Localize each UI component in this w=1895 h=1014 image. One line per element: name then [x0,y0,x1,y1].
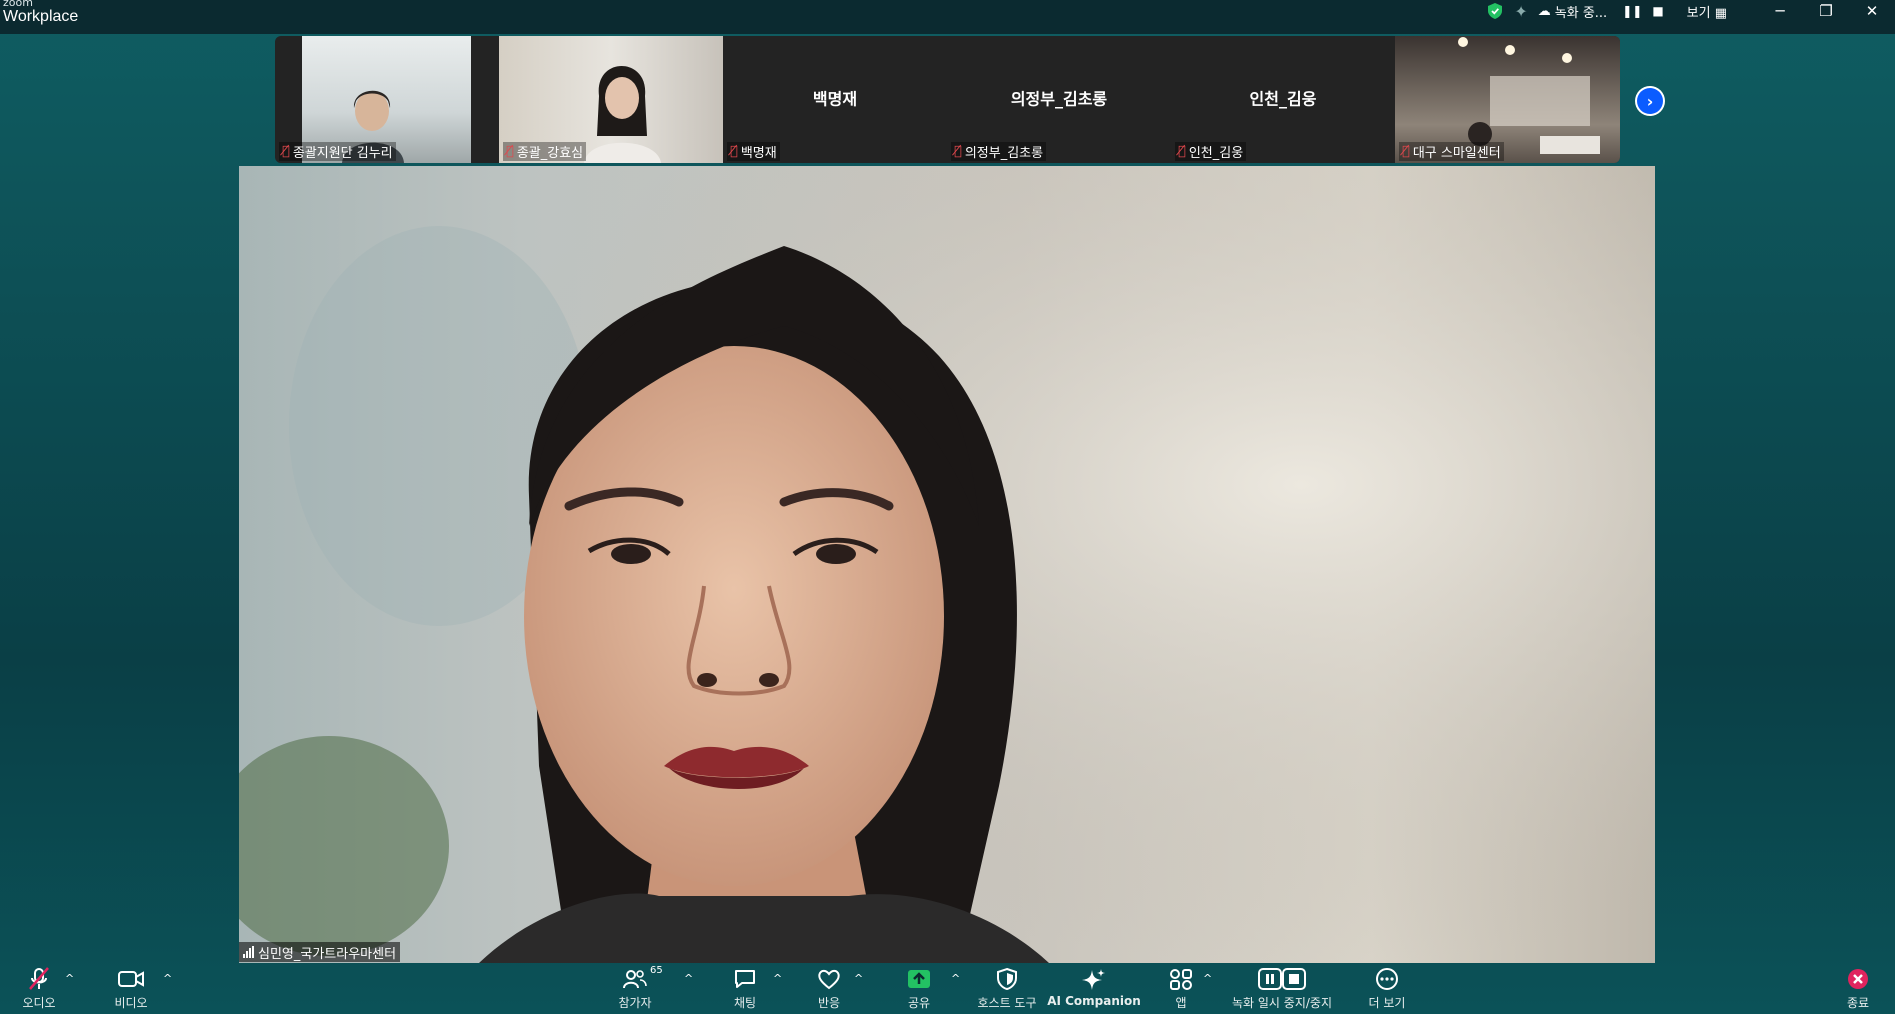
host-tools-button[interactable]: 호스트 도구 [972,966,1042,1011]
brand-big: Workplace [3,8,79,25]
video-button[interactable]: 비디오 [96,966,166,1011]
video-label: 비디오 [114,996,148,1010]
more-button[interactable]: 더 보기 [1352,966,1422,1011]
chat-button[interactable]: 채팅 [710,966,780,1011]
chat-label: 채팅 [733,996,757,1010]
apps-icon [1168,966,1194,992]
participant-tile[interactable]: 🎙̸ 대구 스마일센터 [1395,36,1620,163]
video-options-caret-icon[interactable]: ^ [163,972,172,985]
chevron-right-icon: › [1637,88,1663,114]
share-options-caret-icon[interactable]: ^ [951,972,960,985]
participant-tile[interactable]: 🎙̸ 종괄지원단 김누리 [275,36,471,163]
mic-muted-icon: 🎙̸ [1402,144,1410,159]
participants-label: 참가자 [618,996,652,1010]
reactions-options-caret-icon[interactable]: ^ [854,972,863,985]
participant-strip: 🎙̸ 종괄지원단 김누리 🎙̸ 종괄_강효심 백명재 🎙̸ 백명재 의정부_김초… [275,36,1620,163]
participant-name: 🎙̸ 인천_김웅 [1175,142,1247,161]
participant-name: 🎙̸ 종괄_강효심 [503,142,587,161]
ai-companion-label: AI Companion [1047,994,1141,1008]
pause-stop-record-icon [1257,966,1307,992]
end-meeting-button[interactable]: 종료 [1823,966,1893,1011]
participant-name-text: 백명재 [740,146,777,161]
recording-controls-button[interactable]: 녹화 일시 중지/중지 [1222,966,1342,1011]
meeting-toolbar: 오디오 ^ 비디오 ^ 참가자 65 ^ 채팅 ^ 반응 ^ 공유 ^ 호스트 … [0,965,1895,1014]
participant-name-text: 대구 스마일센터 [1412,146,1501,161]
next-page-button[interactable]: › [1635,86,1665,116]
participant-name-text: 의정부_김초롱 [964,146,1044,161]
participant-name-text: 인천_김웅 [1188,146,1244,161]
participants-options-caret-icon[interactable]: ^ [684,972,693,985]
mic-muted-icon: 🎙̸ [282,144,290,159]
main-speaker-video [239,166,1655,963]
host-tools-label: 호스트 도구 [977,996,1037,1010]
participant-name: 🎙̸ 대구 스마일센터 [1399,142,1504,161]
recording-label: 녹화 중... [1554,5,1608,21]
recording-indicator[interactable]: ☁ 녹화 중... [1538,2,1607,21]
share-button[interactable]: 공유 [884,966,954,1011]
share-label: 공유 [907,996,931,1010]
audio-label: 오디오 [22,996,56,1010]
cloud-record-icon: ☁ [1537,3,1551,19]
participant-name-text: 종괄_강효심 [516,146,584,161]
more-label: 더 보기 [1368,996,1406,1010]
participant-name-text: 종괄지원단 김누리 [292,146,393,161]
mic-muted-icon: 🎙̸ [730,144,738,159]
signal-strength-icon [243,946,254,958]
restore-button[interactable]: ❐ [1803,2,1849,20]
participant-tile[interactable]: 의정부_김초롱 🎙̸ 의정부_김초롱 [947,36,1171,163]
sparkle-icon [1081,966,1107,992]
participant-center-name: 인천_김웅 [1249,89,1317,109]
pause-record-icon[interactable]: ❚❚ [1622,4,1642,18]
participants-count: 65 [650,965,663,976]
brand-small: zoom [3,0,33,9]
participant-tile[interactable]: 🎙̸ 종괄_강효심 [499,36,723,163]
apps-options-caret-icon[interactable]: ^ [1203,972,1212,985]
view-label: 보기 [1686,5,1711,21]
reactions-label: 반응 [817,996,841,1010]
mic-muted-icon [26,966,52,992]
title-bar: zoom Workplace ✦ ☁ 녹화 중... ❚❚ ■ 보기 ▦ ─ ❐… [0,0,1895,34]
participant-tile[interactable]: 백명재 🎙̸ 백명재 [723,36,947,163]
stop-record-icon[interactable]: ■ [1652,4,1663,18]
ai-sparkle-icon[interactable]: ✦ [1514,2,1527,21]
mic-muted-icon: 🎙̸ [954,144,962,159]
audio-options-caret-icon[interactable]: ^ [65,972,74,985]
participant-center-name: 백명재 [812,89,858,109]
participant-name: 🎙̸ 의정부_김초롱 [951,142,1047,161]
mic-muted-icon: 🎙̸ [1178,144,1186,159]
end-label: 종료 [1846,996,1870,1010]
camera-icon [117,966,145,992]
view-button[interactable]: 보기 ▦ [1687,2,1727,21]
end-x-icon [1846,966,1870,992]
encryption-shield-icon[interactable] [1488,3,1503,19]
close-window-button[interactable]: ✕ [1849,2,1895,20]
title-bar-controls: ✦ ☁ 녹화 중... ❚❚ ■ 보기 ▦ ─ ❐ ✕ [1488,0,1895,22]
participant-name: 🎙̸ 종괄지원단 김누리 [279,142,396,161]
participant-tile[interactable]: 인천_김웅 🎙̸ 인천_김웅 [1171,36,1395,163]
share-screen-icon [906,966,932,992]
participant-name: 🎙̸ 백명재 [727,142,780,161]
heart-icon [816,966,842,992]
chat-icon [732,966,758,992]
chat-options-caret-icon[interactable]: ^ [773,972,782,985]
participant-center-name: 의정부_김초롱 [1010,89,1108,109]
ai-companion-button[interactable]: AI Companion [1047,966,1141,1008]
speaker-name-text: 심민영_국가트라우마센터 [258,946,397,962]
apps-label: 앱 [1175,996,1187,1010]
shield-icon [996,966,1018,992]
speaker-figure [239,166,1655,963]
recording-controls-label: 녹화 일시 중지/중지 [1232,996,1332,1010]
mic-muted-icon: 🎙̸ [506,144,514,159]
app-logo: zoom Workplace [3,0,78,25]
participants-icon [622,966,648,992]
more-dots-icon [1374,966,1400,992]
speaker-name-label: 심민영_국가트라우마센터 [239,942,401,962]
audio-button[interactable]: 오디오 [4,966,74,1011]
minimize-button[interactable]: ─ [1757,2,1803,20]
